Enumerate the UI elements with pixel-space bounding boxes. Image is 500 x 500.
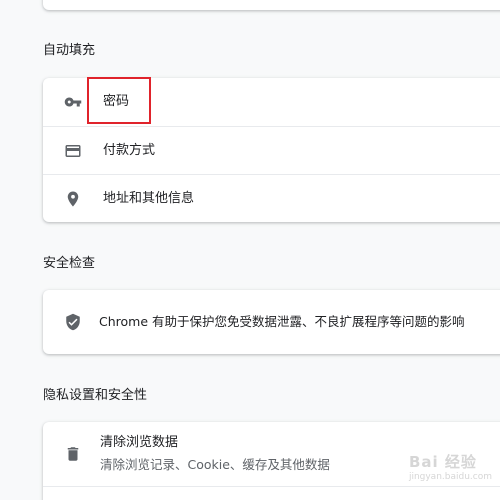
trash-icon xyxy=(64,445,82,463)
safety-check-description: Chrome 有助于保护您免受数据泄露、不良扩展程序等问题的影响 xyxy=(99,314,465,329)
key-icon xyxy=(64,93,82,111)
highlight-annotation-box xyxy=(87,77,151,124)
safety-check-card: Chrome 有助于保护您免受数据泄露、不良扩展程序等问题的影响 xyxy=(43,290,500,354)
shield-check-icon xyxy=(64,313,82,331)
safety-check-section-title: 安全检查 xyxy=(43,256,96,271)
autofill-item-addresses[interactable]: 地址和其他信息 xyxy=(43,174,500,223)
privacy-item-label: 清除浏览数据 xyxy=(100,435,179,450)
autofill-section-title: 自动填充 xyxy=(43,43,96,58)
safety-check-row[interactable]: Chrome 有助于保护您免受数据泄露、不良扩展程序等问题的影响 xyxy=(43,290,500,354)
location-pin-icon xyxy=(64,190,82,208)
autofill-item-label: 地址和其他信息 xyxy=(103,191,195,206)
autofill-item-payment-methods[interactable]: 付款方式 xyxy=(43,126,500,175)
privacy-item-next[interactable] xyxy=(43,486,500,500)
privacy-section-title: 隐私设置和安全性 xyxy=(43,388,148,403)
settings-page: 自动填充 密码 付款方式 地址和其他信息 安全检查 Chrome 有助于保护您免… xyxy=(0,0,500,500)
credit-card-icon xyxy=(64,142,82,160)
watermark-sub: jingyan.baidu.com xyxy=(408,472,492,482)
watermark-text: Bai 经验 xyxy=(408,453,477,471)
autofill-item-label: 付款方式 xyxy=(103,143,156,158)
previous-section-card xyxy=(43,0,500,10)
baidu-watermark: Bai 经验 jingyan.baidu.com xyxy=(409,451,492,482)
privacy-item-sublabel: 清除浏览记录、Cookie、缓存及其他数据 xyxy=(100,457,330,472)
